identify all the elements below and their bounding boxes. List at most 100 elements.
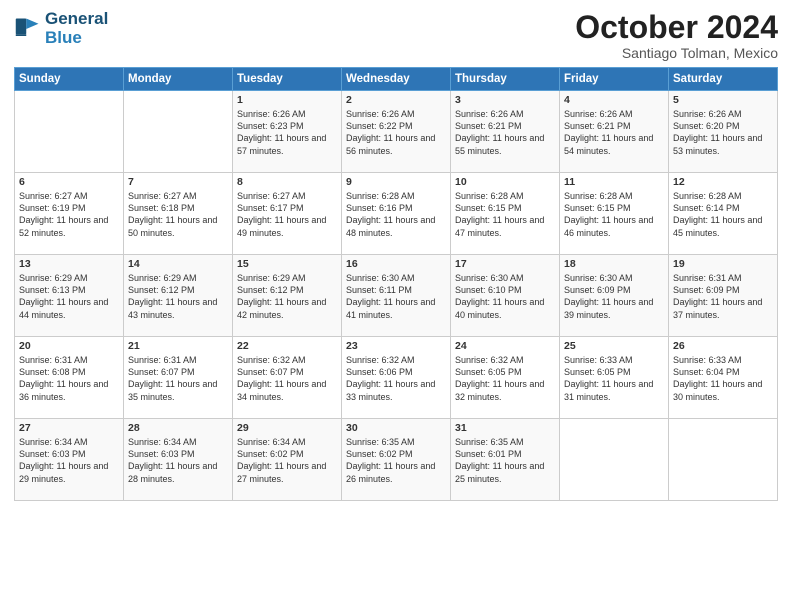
day-number: 25 (564, 340, 664, 352)
calendar-cell: 17Sunrise: 6:30 AMSunset: 6:10 PMDayligh… (451, 255, 560, 337)
calendar-cell (15, 91, 124, 173)
day-number: 12 (673, 176, 773, 188)
day-number: 21 (128, 340, 228, 352)
calendar-week-2: 13 Sunrise: 6:29 AMSunset: 6:13 PMDayligh… (15, 255, 778, 337)
day-number: 16 (346, 258, 446, 270)
calendar-cell: 21 Sunrise: 6:31 AMSunset: 6:07 PMDayligh… (124, 337, 233, 419)
calendar-cell: 29Sunrise: 6:34 AMSunset: 6:02 PMDayligh… (233, 419, 342, 501)
calendar-cell (124, 91, 233, 173)
day-number: 6 (19, 176, 119, 188)
cell-info: Sunrise: 6:33 AMSunset: 6:05 PMDaylight:… (564, 354, 664, 403)
cell-info: Sunrise: 6:29 AMSunset: 6:12 PMDaylight:… (237, 272, 337, 321)
day-header-wednesday: Wednesday (342, 68, 451, 91)
calendar-cell: 20 Sunrise: 6:31 AMSunset: 6:08 PMDayligh… (15, 337, 124, 419)
cell-info: Sunrise: 6:27 AMSunset: 6:17 PMDaylight:… (237, 190, 337, 239)
cell-info: Sunrise: 6:26 AMSunset: 6:23 PMDaylight:… (237, 108, 337, 157)
day-number: 8 (237, 176, 337, 188)
cell-info: Sunrise: 6:30 AMSunset: 6:09 PMDaylight:… (564, 272, 664, 321)
calendar-cell: 23 Sunrise: 6:32 AMSunset: 6:06 PMDayligh… (342, 337, 451, 419)
cell-info: Sunrise: 6:26 AMSunset: 6:21 PMDaylight:… (564, 108, 664, 157)
calendar-cell: 3 Sunrise: 6:26 AMSunset: 6:21 PMDaylight… (451, 91, 560, 173)
cell-info: Sunrise: 6:34 AMSunset: 6:03 PMDaylight:… (128, 436, 228, 485)
logo-text: General Blue (45, 10, 108, 47)
calendar-cell: 12Sunrise: 6:28 AMSunset: 6:14 PMDayligh… (669, 173, 778, 255)
header: General Blue October 2024 Santiago Tolma… (14, 10, 778, 61)
cell-info: Sunrise: 6:26 AMSunset: 6:21 PMDaylight:… (455, 108, 555, 157)
day-number: 5 (673, 94, 773, 106)
calendar-table: SundayMondayTuesdayWednesdayThursdayFrid… (14, 67, 778, 501)
day-number: 2 (346, 94, 446, 106)
day-number: 3 (455, 94, 555, 106)
cell-info: Sunrise: 6:33 AMSunset: 6:04 PMDaylight:… (673, 354, 773, 403)
title-block: October 2024 Santiago Tolman, Mexico (575, 10, 778, 61)
calendar-cell: 1 Sunrise: 6:26 AMSunset: 6:23 PMDaylight… (233, 91, 342, 173)
calendar-week-4: 27 Sunrise: 6:34 AMSunset: 6:03 PMDayligh… (15, 419, 778, 501)
calendar-cell: 14 Sunrise: 6:29 AMSunset: 6:12 PMDayligh… (124, 255, 233, 337)
day-number: 15 (237, 258, 337, 270)
calendar-week-3: 20 Sunrise: 6:31 AMSunset: 6:08 PMDayligh… (15, 337, 778, 419)
day-number: 20 (19, 340, 119, 352)
day-number: 29 (237, 422, 337, 434)
day-number: 30 (346, 422, 446, 434)
day-number: 28 (128, 422, 228, 434)
calendar-cell: 15 Sunrise: 6:29 AMSunset: 6:12 PMDayligh… (233, 255, 342, 337)
cell-info: Sunrise: 6:30 AMSunset: 6:11 PMDaylight:… (346, 272, 446, 321)
day-number: 31 (455, 422, 555, 434)
calendar-cell: 26 Sunrise: 6:33 AMSunset: 6:04 PMDayligh… (669, 337, 778, 419)
calendar-cell: 6 Sunrise: 6:27 AMSunset: 6:19 PMDaylight… (15, 173, 124, 255)
calendar-cell: 2 Sunrise: 6:26 AMSunset: 6:22 PMDaylight… (342, 91, 451, 173)
cell-info: Sunrise: 6:26 AMSunset: 6:20 PMDaylight:… (673, 108, 773, 157)
calendar-cell: 31 Sunrise: 6:35 AMSunset: 6:01 PMDayligh… (451, 419, 560, 501)
cell-info: Sunrise: 6:31 AMSunset: 6:07 PMDaylight:… (128, 354, 228, 403)
day-header-tuesday: Tuesday (233, 68, 342, 91)
day-number: 27 (19, 422, 119, 434)
day-number: 26 (673, 340, 773, 352)
day-number: 14 (128, 258, 228, 270)
cell-info: Sunrise: 6:32 AMSunset: 6:06 PMDaylight:… (346, 354, 446, 403)
day-header-thursday: Thursday (451, 68, 560, 91)
day-number: 18 (564, 258, 664, 270)
calendar-cell: 22 Sunrise: 6:32 AMSunset: 6:07 PMDayligh… (233, 337, 342, 419)
calendar-cell (560, 419, 669, 501)
day-number: 1 (237, 94, 337, 106)
calendar-cell: 5 Sunrise: 6:26 AMSunset: 6:20 PMDaylight… (669, 91, 778, 173)
calendar-cell: 27Sunrise: 6:34 AMSunset: 6:03 PMDayligh… (15, 419, 124, 501)
calendar-cell: 25 Sunrise: 6:33 AMSunset: 6:05 PMDayligh… (560, 337, 669, 419)
calendar-cell: 11 Sunrise: 6:28 AMSunset: 6:15 PMDayligh… (560, 173, 669, 255)
day-header-sunday: Sunday (15, 68, 124, 91)
day-number: 7 (128, 176, 228, 188)
calendar-cell: 9 Sunrise: 6:28 AMSunset: 6:16 PMDaylight… (342, 173, 451, 255)
calendar-cell: 10Sunrise: 6:28 AMSunset: 6:15 PMDayligh… (451, 173, 560, 255)
month-title: October 2024 (575, 10, 778, 45)
day-number: 9 (346, 176, 446, 188)
cell-info: Sunrise: 6:31 AMSunset: 6:08 PMDaylight:… (19, 354, 119, 403)
cell-info: Sunrise: 6:32 AMSunset: 6:07 PMDaylight:… (237, 354, 337, 403)
cell-info: Sunrise: 6:29 AMSunset: 6:12 PMDaylight:… (128, 272, 228, 321)
calendar-cell: 18 Sunrise: 6:30 AMSunset: 6:09 PMDayligh… (560, 255, 669, 337)
cell-info: Sunrise: 6:29 AMSunset: 6:13 PMDaylight:… (19, 272, 119, 321)
cell-info: Sunrise: 6:32 AMSunset: 6:05 PMDaylight:… (455, 354, 555, 403)
cell-info: Sunrise: 6:26 AMSunset: 6:22 PMDaylight:… (346, 108, 446, 157)
calendar-week-0: 1 Sunrise: 6:26 AMSunset: 6:23 PMDaylight… (15, 91, 778, 173)
cell-info: Sunrise: 6:28 AMSunset: 6:16 PMDaylight:… (346, 190, 446, 239)
cell-info: Sunrise: 6:35 AMSunset: 6:01 PMDaylight:… (455, 436, 555, 485)
calendar-cell: 8 Sunrise: 6:27 AMSunset: 6:17 PMDaylight… (233, 173, 342, 255)
day-number: 11 (564, 176, 664, 188)
day-number: 22 (237, 340, 337, 352)
calendar-cell: 13 Sunrise: 6:29 AMSunset: 6:13 PMDayligh… (15, 255, 124, 337)
calendar-cell: 4Sunrise: 6:26 AMSunset: 6:21 PMDaylight… (560, 91, 669, 173)
logo: General Blue (14, 10, 108, 47)
calendar-cell: 30Sunrise: 6:35 AMSunset: 6:02 PMDayligh… (342, 419, 451, 501)
calendar-week-1: 6 Sunrise: 6:27 AMSunset: 6:19 PMDaylight… (15, 173, 778, 255)
cell-info: Sunrise: 6:28 AMSunset: 6:15 PMDaylight:… (564, 190, 664, 239)
calendar-cell: 7Sunrise: 6:27 AMSunset: 6:18 PMDaylight… (124, 173, 233, 255)
calendar-cell (669, 419, 778, 501)
logo-icon (14, 15, 42, 43)
calendar-header-row: SundayMondayTuesdayWednesdayThursdayFrid… (15, 68, 778, 91)
day-number: 23 (346, 340, 446, 352)
day-number: 13 (19, 258, 119, 270)
main-container: General Blue October 2024 Santiago Tolma… (0, 0, 792, 612)
calendar-cell: 16 Sunrise: 6:30 AMSunset: 6:11 PMDayligh… (342, 255, 451, 337)
cell-info: Sunrise: 6:27 AMSunset: 6:19 PMDaylight:… (19, 190, 119, 239)
calendar-cell: 28 Sunrise: 6:34 AMSunset: 6:03 PMDayligh… (124, 419, 233, 501)
